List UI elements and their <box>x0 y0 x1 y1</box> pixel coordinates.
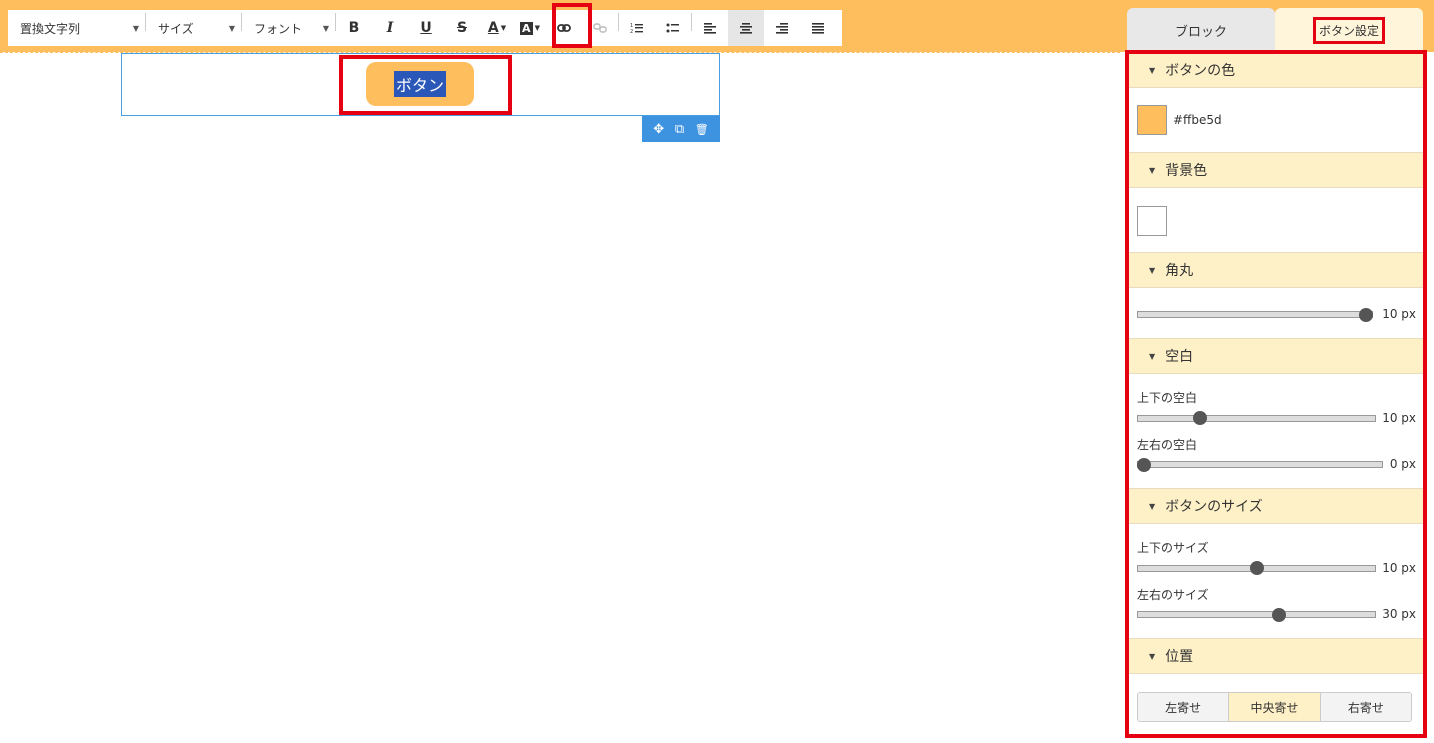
chevron-down-icon: ▼ <box>322 24 329 33</box>
corner-radius-value: 10 px <box>1382 307 1416 321</box>
font-color-icon: A <box>487 20 499 36</box>
align-left-icon <box>704 22 716 34</box>
section-title: 角丸 <box>1165 263 1194 279</box>
corner-radius-slider-track[interactable] <box>1137 311 1373 318</box>
background-color-swatch[interactable] <box>1137 206 1167 236</box>
horizontal-spacing-label: 左右の空白 <box>1137 438 1198 452</box>
unlink-icon <box>593 23 607 33</box>
align-left-position-button[interactable]: 左寄せ <box>1138 693 1230 721</box>
unlink-button[interactable] <box>582 10 618 46</box>
block-toolbar: ✥ ⧉ 🗑 <box>642 116 720 142</box>
align-justify-button[interactable] <box>800 10 836 46</box>
section-title: ボタンのサイズ <box>1165 499 1263 515</box>
move-icon[interactable]: ✥ <box>653 122 664 137</box>
caret-down-icon: ▼ <box>1149 265 1156 275</box>
button-color-value: #ffbe5d <box>1173 113 1222 127</box>
horizontal-spacing-slider-track[interactable] <box>1137 461 1383 468</box>
button-color-swatch[interactable] <box>1137 105 1167 135</box>
bullet-list-button[interactable] <box>655 10 691 46</box>
font-color-button[interactable]: A ▼ <box>480 10 514 46</box>
chevron-down-icon: ▼ <box>132 24 139 33</box>
strikethrough-button[interactable]: S <box>444 10 480 46</box>
section-header-corner-radius[interactable]: ▼ 角丸 <box>1127 252 1424 288</box>
tab-button-settings-label: ボタン設定 <box>1312 16 1385 44</box>
position-option-label: 右寄せ <box>1347 700 1384 715</box>
caret-down-icon: ▼ <box>1149 165 1156 175</box>
svg-text:2: 2 <box>630 29 633 34</box>
bold-icon: B <box>348 20 360 36</box>
align-left-button[interactable] <box>692 10 728 46</box>
caret-down-icon: ▼ <box>1149 501 1156 511</box>
copy-icon[interactable]: ⧉ <box>675 122 684 137</box>
align-right-icon <box>776 22 788 34</box>
settings-tabs: ブロック ボタン設定 <box>1127 8 1424 52</box>
corner-radius-slider-thumb[interactable] <box>1359 308 1373 322</box>
delete-icon[interactable]: 🗑 <box>695 123 709 136</box>
align-center-position-button[interactable]: 中央寄せ <box>1229 693 1321 721</box>
align-center-icon <box>740 22 752 34</box>
chevron-down-icon: ▼ <box>500 24 507 32</box>
position-button-group: 左寄せ 中央寄せ 右寄せ <box>1137 692 1412 722</box>
align-right-position-button[interactable]: 右寄せ <box>1320 693 1411 721</box>
horizontal-size-label: 左右のサイズ <box>1137 588 1209 602</box>
replace-text-dropdown[interactable]: 置換文字列 ▼ <box>8 10 145 46</box>
font-label: フォント <box>254 21 303 36</box>
vertical-spacing-slider-track[interactable] <box>1137 415 1376 422</box>
font-dropdown[interactable]: フォント ▼ <box>242 10 335 46</box>
vertical-size-slider-thumb[interactable] <box>1249 561 1264 575</box>
horizontal-spacing-slider-thumb[interactable] <box>1137 458 1151 472</box>
chevron-down-icon: ▼ <box>228 24 235 33</box>
tab-block[interactable]: ブロック <box>1127 8 1275 52</box>
position-option-label: 左寄せ <box>1165 700 1202 715</box>
section-header-position[interactable]: ▼ 位置 <box>1127 638 1424 674</box>
button-preview[interactable]: ボタン <box>366 62 474 106</box>
align-right-button[interactable] <box>764 10 800 46</box>
button-settings-panel: ▼ ボタンの色 #ffbe5d ▼ 背景色 ▼ 角丸 10 px ▼ 空白 上下の空白 … <box>1127 52 1424 738</box>
ordered-list-icon: 1 2 <box>630 23 643 34</box>
section-title: 位置 <box>1165 649 1194 665</box>
section-title: 空白 <box>1165 349 1194 365</box>
size-dropdown[interactable]: サイズ ▼ <box>146 10 241 46</box>
horizontal-spacing-value: 0 px <box>1389 457 1416 471</box>
vertical-spacing-slider-thumb[interactable] <box>1193 411 1208 425</box>
horizontal-size-value: 30 px <box>1382 607 1416 621</box>
vertical-size-label: 上下のサイズ <box>1137 541 1209 555</box>
italic-button[interactable]: I <box>372 10 408 46</box>
align-center-button[interactable] <box>728 10 764 46</box>
bold-button[interactable]: B <box>336 10 372 46</box>
vertical-spacing-label: 上下の空白 <box>1137 391 1198 405</box>
section-title: ボタンの色 <box>1165 63 1236 79</box>
horizontal-size-slider-track[interactable] <box>1137 611 1376 618</box>
section-header-spacing[interactable]: ▼ 空白 <box>1127 338 1424 374</box>
link-icon <box>557 24 571 32</box>
vertical-size-value: 10 px <box>1382 561 1416 575</box>
vertical-spacing-value: 10 px <box>1382 411 1416 425</box>
section-header-button-size[interactable]: ▼ ボタンのサイズ <box>1127 488 1424 524</box>
strikethrough-icon: S <box>456 20 468 36</box>
tab-button-settings[interactable]: ボタン設定 <box>1275 8 1423 52</box>
chevron-down-icon: ▼ <box>534 24 540 32</box>
section-header-background-color[interactable]: ▼ 背景色 <box>1127 152 1424 188</box>
caret-down-icon: ▼ <box>1149 351 1156 361</box>
caret-down-icon: ▼ <box>1149 651 1156 661</box>
underline-button[interactable]: U <box>408 10 444 46</box>
replace-text-label: 置換文字列 <box>20 21 81 36</box>
caret-down-icon: ▼ <box>1149 65 1156 75</box>
background-color-button[interactable]: A ▼ <box>514 10 546 46</box>
size-label: サイズ <box>158 21 194 36</box>
section-header-button-color[interactable]: ▼ ボタンの色 <box>1127 52 1424 88</box>
underline-icon: U <box>420 20 432 36</box>
section-title: 背景色 <box>1165 163 1208 179</box>
button-preview-label[interactable]: ボタン <box>393 71 446 97</box>
align-justify-icon <box>812 22 824 34</box>
position-option-label: 中央寄せ <box>1250 700 1299 715</box>
italic-icon: I <box>386 20 394 36</box>
editor-toolbar: 置換文字列 ▼ サイズ ▼ フォント ▼ B I U S A ▼ A ▼ 1 2 <box>8 10 842 46</box>
horizontal-size-slider-thumb[interactable] <box>1272 608 1286 622</box>
background-color-icon: A <box>520 21 533 35</box>
ordered-list-button[interactable]: 1 2 <box>619 10 655 46</box>
bullet-list-icon <box>666 23 679 33</box>
link-button[interactable] <box>546 10 582 46</box>
tab-block-label: ブロック <box>1174 24 1227 40</box>
